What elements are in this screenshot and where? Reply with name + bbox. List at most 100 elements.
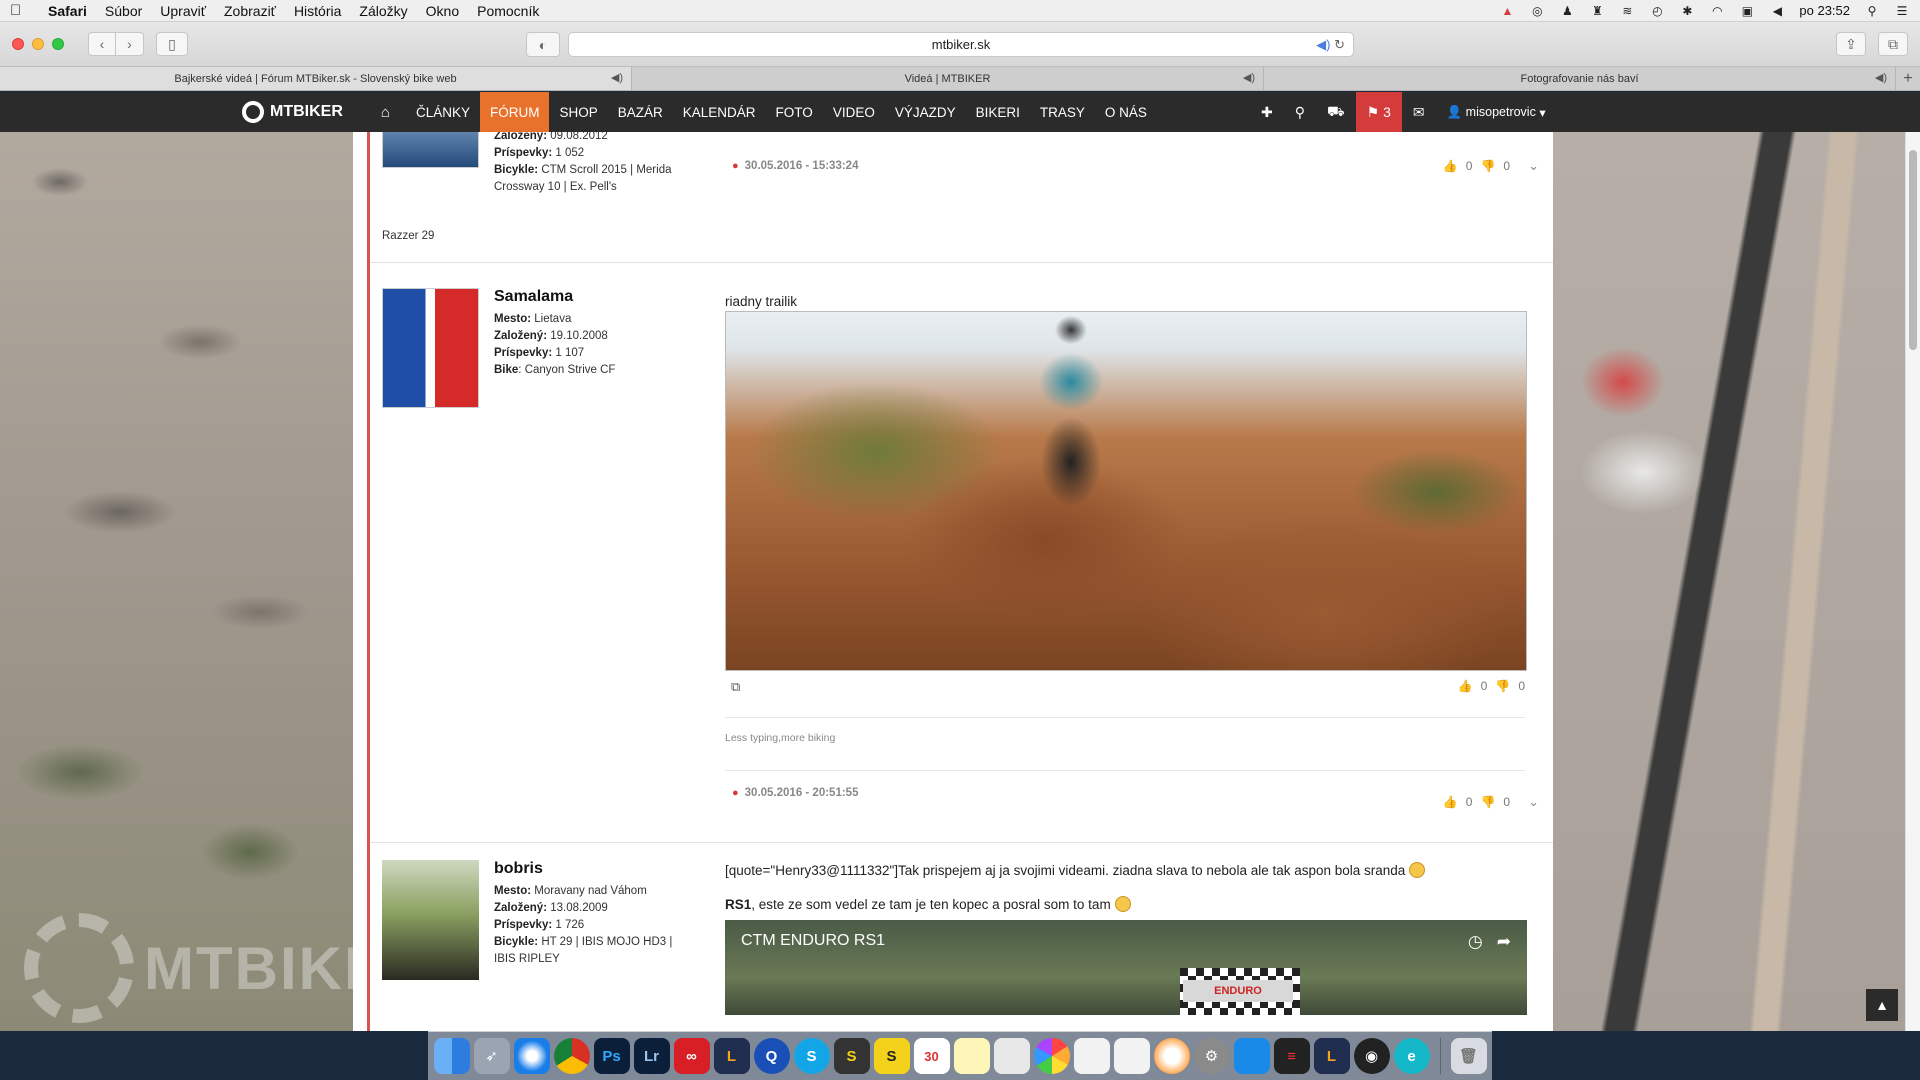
forward-button[interactable]: › — [116, 32, 144, 56]
menu-help[interactable]: Pomocník — [477, 3, 539, 19]
search-icon[interactable]: ⚲ — [1284, 92, 1316, 132]
video-title[interactable]: CTM ENDURO RS1 — [741, 932, 885, 950]
nav-trasy[interactable]: TRASY — [1030, 92, 1095, 132]
reload-icon[interactable]: ↻ — [1334, 37, 1345, 52]
page-scrollbar[interactable] — [1905, 132, 1920, 1031]
photos-icon[interactable] — [1033, 1038, 1070, 1074]
minimize-window-button[interactable] — [32, 38, 44, 50]
trash-icon[interactable]: 🗑 — [1450, 1038, 1487, 1074]
nav-forum[interactable]: FÓRUM — [479, 92, 550, 132]
user-menu[interactable]: 👤 misopetrovic ▾ — [1436, 92, 1557, 132]
close-window-button[interactable] — [12, 38, 24, 50]
youtube-embed[interactable]: CTM ENDURO RS1 ◷ ➦ ENDURO — [725, 920, 1527, 1015]
nav-o-nas[interactable]: O NÁS — [1095, 92, 1157, 132]
sidebar-toggle-button[interactable]: ▯ — [156, 32, 188, 56]
notification-bell-icon[interactable]: ♟ — [1559, 4, 1575, 18]
app-l-icon[interactable]: L — [713, 1038, 750, 1074]
volume-icon[interactable]: ◀ — [1769, 4, 1785, 18]
trail-video-thumbnail[interactable] — [725, 311, 1527, 671]
avatar[interactable] — [382, 860, 479, 980]
thumbs-up-icon[interactable]: 👍 — [1443, 159, 1458, 173]
menu-file[interactable]: Súbor — [105, 3, 142, 19]
scrollbar-thumb[interactable] — [1909, 150, 1917, 350]
scroll-to-top-button[interactable]: ▲ — [1866, 989, 1898, 1021]
warning-icon[interactable]: ▲ — [1499, 4, 1515, 18]
sync-icon[interactable]: ♜ — [1589, 4, 1605, 18]
thumbs-down-icon[interactable]: 👎 — [1480, 795, 1495, 809]
flash-icon[interactable]: ≋ — [1619, 4, 1635, 18]
menu-window[interactable]: Okno — [426, 3, 459, 19]
chrome-icon[interactable] — [553, 1038, 590, 1074]
add-icon[interactable]: ✚ — [1250, 92, 1284, 132]
watch-later-icon[interactable]: ◷ — [1468, 932, 1483, 952]
nav-bikeri[interactable]: BIKERI — [966, 92, 1030, 132]
avatar[interactable] — [382, 288, 479, 408]
notifications-button[interactable]: ⚑ 3 — [1355, 92, 1402, 132]
chevron-down-icon[interactable]: ⌄ — [1528, 794, 1539, 810]
thumbs-up-icon[interactable]: 👍 — [1458, 679, 1473, 693]
home-icon[interactable]: ⌂ — [371, 92, 400, 132]
author-name[interactable]: Samalama — [494, 288, 674, 305]
author-name[interactable]: bobris — [494, 860, 674, 877]
nav-clanky[interactable]: ČLÁNKY — [406, 92, 480, 132]
system-preferences-icon[interactable]: ⚙ — [1193, 1038, 1230, 1074]
address-bar[interactable]: mtbiker.sk ◀) ↻ — [568, 32, 1354, 57]
app-e-icon[interactable]: e — [1393, 1038, 1430, 1074]
creative-cloud-icon[interactable]: ◎ — [1529, 4, 1545, 18]
menubar-clock[interactable]: po 23:52 — [1799, 3, 1850, 18]
app-stripes-icon[interactable]: ≡ — [1273, 1038, 1310, 1074]
chevron-down-icon[interactable]: ⌄ — [1528, 158, 1539, 174]
zoom-window-button[interactable] — [52, 38, 64, 50]
nav-video[interactable]: VIDEO — [823, 92, 885, 132]
quicktime-icon[interactable]: Q — [753, 1038, 790, 1074]
skype-icon[interactable]: S — [793, 1038, 830, 1074]
nav-shop[interactable]: SHOP — [549, 92, 607, 132]
time-machine-icon[interactable]: ◴ — [1649, 4, 1665, 18]
tab-audio-icon[interactable]: ◀) — [611, 71, 623, 84]
safari-icon[interactable] — [513, 1038, 550, 1074]
nav-bazar[interactable]: BAZÁR — [608, 92, 673, 132]
calendar-icon[interactable]: 30 — [913, 1038, 950, 1074]
site-logo[interactable]: MTBIKER — [242, 101, 343, 123]
tab-overview-button[interactable]: ⧉ — [1878, 32, 1908, 56]
nav-vyjazdy[interactable]: VÝJAZDY — [885, 92, 966, 132]
creative-cloud-icon[interactable]: ∞ — [673, 1038, 710, 1074]
launchpad-icon[interactable]: ➶ — [473, 1038, 510, 1074]
thumbs-down-icon[interactable]: 👎 — [1480, 159, 1495, 173]
back-button[interactable]: ‹ — [88, 32, 116, 56]
privacy-report-button[interactable]: ◐ — [526, 32, 560, 57]
pages-icon[interactable] — [1073, 1038, 1110, 1074]
new-tab-button[interactable]: + — [1896, 67, 1920, 90]
menu-app-name[interactable]: Safari — [48, 3, 87, 19]
messages-icon[interactable]: ✉ — [1402, 92, 1436, 132]
bluetooth-icon[interactable]: ✱ — [1679, 4, 1695, 18]
input-source-icon[interactable]: ▣ — [1739, 4, 1755, 18]
thumbs-up-icon[interactable]: 👍 — [1443, 795, 1458, 809]
nav-foto[interactable]: FOTO — [766, 92, 823, 132]
finder-icon[interactable] — [433, 1038, 470, 1074]
notes-icon[interactable] — [953, 1038, 990, 1074]
menu-view[interactable]: Zobraziť — [224, 3, 276, 19]
app-l2-icon[interactable]: L — [1313, 1038, 1350, 1074]
notification-center-icon[interactable]: ☰ — [1894, 4, 1910, 18]
lightroom-icon[interactable]: Lr — [633, 1038, 670, 1074]
wifi-icon[interactable]: ◠ — [1709, 4, 1725, 18]
keynote-icon[interactable] — [1233, 1038, 1270, 1074]
thumbs-down-icon[interactable]: 👎 — [1495, 679, 1510, 693]
preview-icon[interactable] — [993, 1038, 1030, 1074]
speaker-icon[interactable]: ◀) — [1316, 37, 1330, 52]
apple-icon[interactable]:  — [10, 2, 28, 19]
itunes-icon[interactable] — [1153, 1038, 1190, 1074]
tab-photography[interactable]: Fotografovanie nás baví ◀) — [1264, 67, 1896, 90]
external-link-icon[interactable]: ⧉ — [731, 679, 740, 695]
camera-app-icon[interactable]: ◉ — [1353, 1038, 1390, 1074]
photoshop-icon[interactable]: Ps — [593, 1038, 630, 1074]
tab-forum-videos[interactable]: Bajkerské videá | Fórum MTBiker.sk - Slo… — [0, 67, 632, 90]
tab-videos-mtbiker[interactable]: Videá | MTBIKER ◀) — [632, 67, 1264, 90]
tab-audio-icon[interactable]: ◀) — [1243, 71, 1255, 84]
share-button[interactable]: ⇪ — [1836, 32, 1866, 56]
nav-kalendar[interactable]: KALENDÁR — [673, 92, 766, 132]
cart-icon[interactable]: ⛟ — [1316, 92, 1356, 132]
app-s-icon[interactable]: S — [833, 1038, 870, 1074]
menu-edit[interactable]: Upraviť — [160, 3, 206, 19]
